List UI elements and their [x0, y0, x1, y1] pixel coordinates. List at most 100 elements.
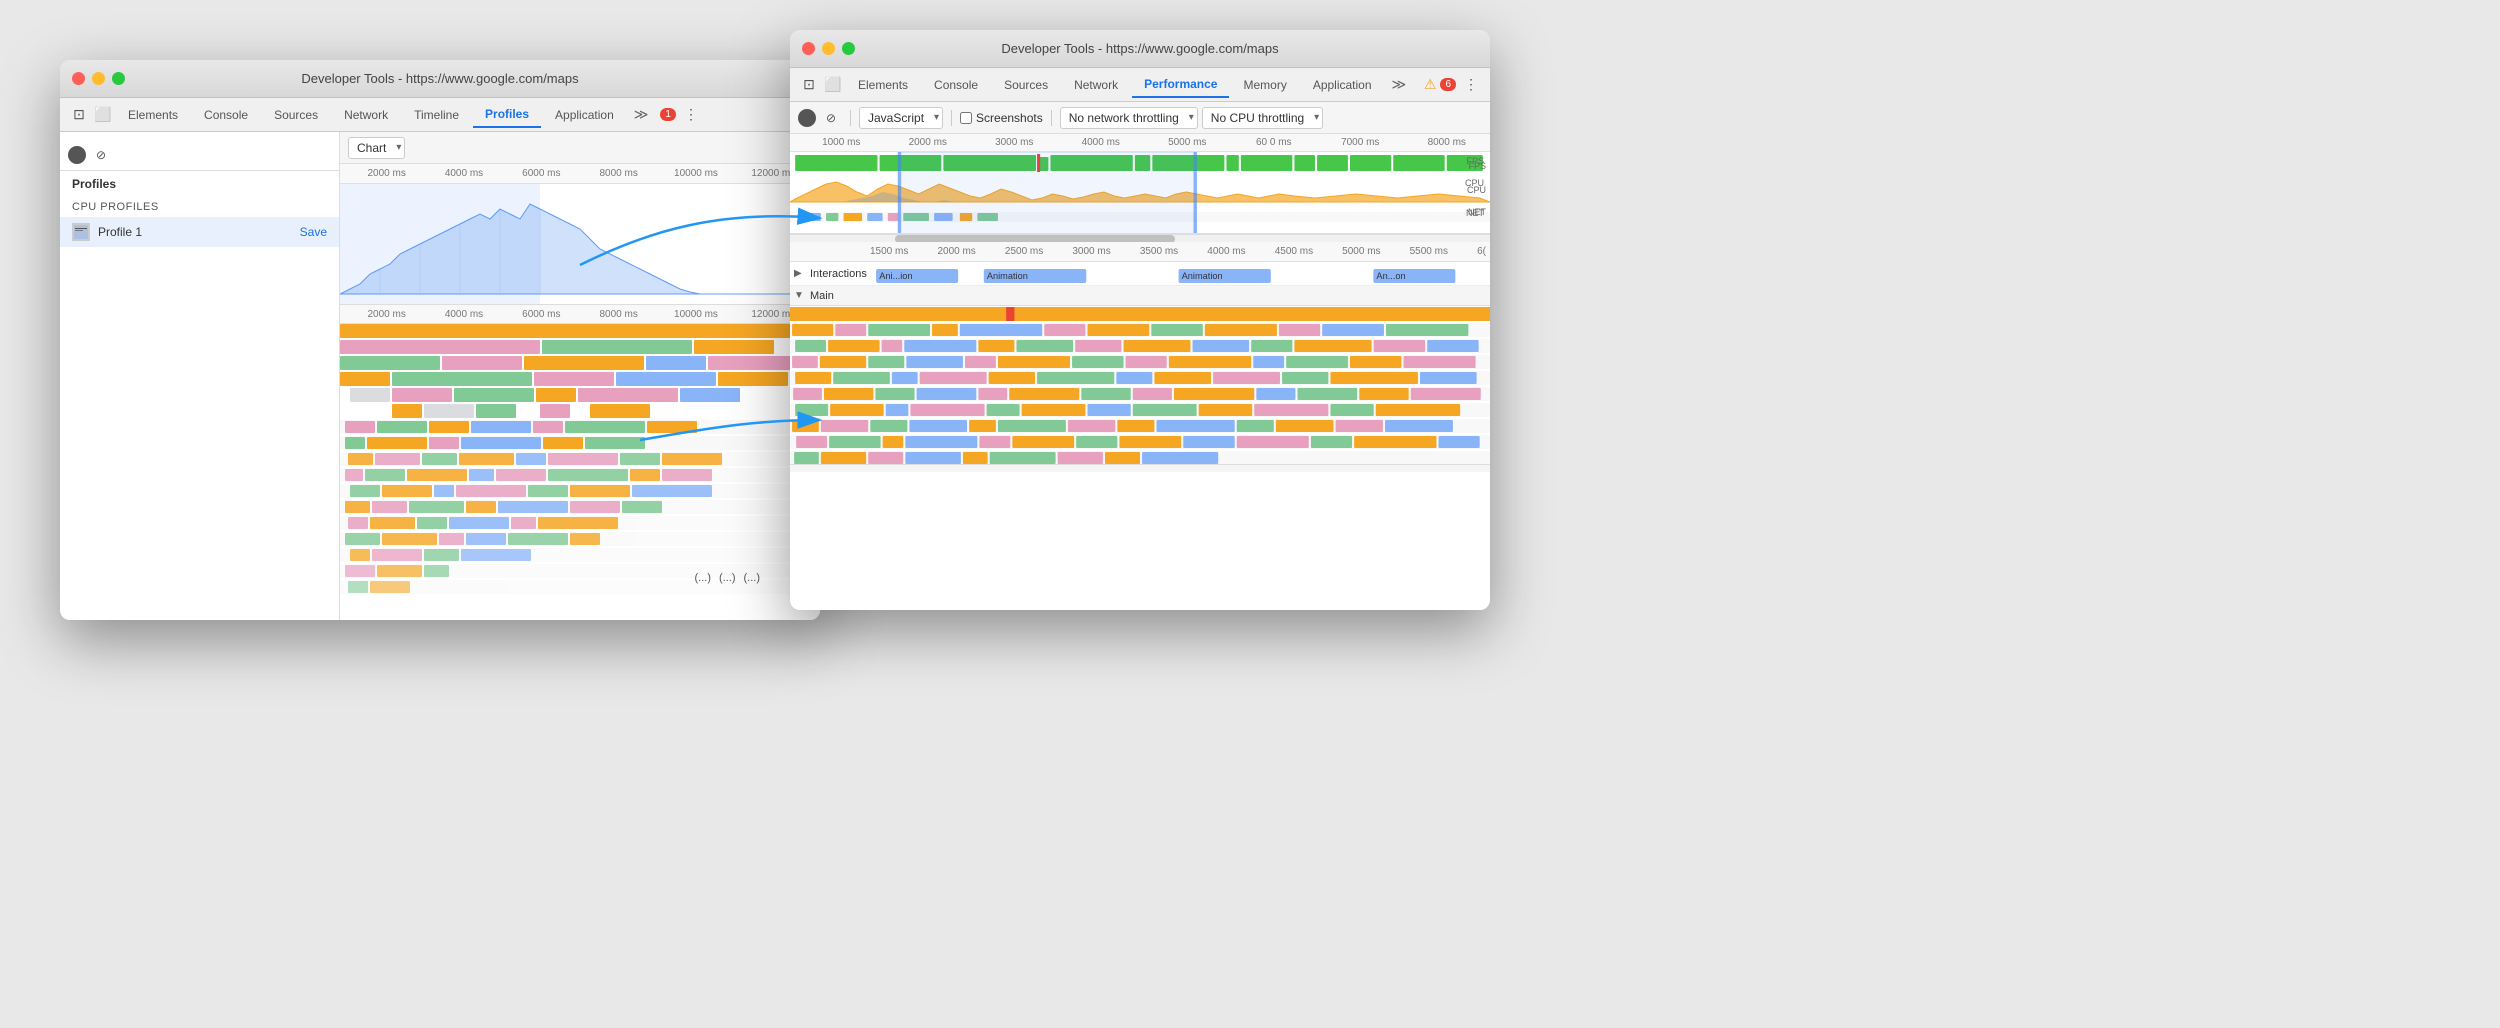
cpu-throttle-select[interactable]: No CPU throttling	[1202, 107, 1323, 129]
maximize-button-1[interactable]	[112, 72, 125, 85]
tick-10000: 10000 ms	[657, 168, 734, 179]
tl-tick-4500: 4500 ms	[1275, 246, 1313, 257]
tick2-10000: 10000 ms	[657, 309, 734, 320]
main-expand[interactable]: ▼	[794, 290, 806, 301]
ellipsis-3: (...)	[744, 572, 761, 584]
error-badge-1: 1	[660, 108, 676, 121]
divider-1	[850, 110, 851, 126]
tab-more-1[interactable]: ≫	[628, 102, 655, 128]
tab-more-2[interactable]: ≫	[1386, 72, 1413, 98]
tab-sources-1[interactable]: Sources	[262, 102, 330, 128]
ellipsis-2: (...)	[719, 572, 736, 584]
minimize-button-2[interactable]	[822, 42, 835, 55]
ov-tick-2000: 2000 ms	[885, 137, 972, 148]
main-row: ▼ Main	[790, 286, 1490, 306]
titlebar-2: Developer Tools - https://www.google.com…	[790, 30, 1490, 68]
svg-text:Animation: Animation	[1182, 271, 1223, 281]
tab-application-2[interactable]: Application	[1301, 72, 1384, 98]
screenshots-checkbox[interactable]	[960, 112, 972, 124]
screenshots-checkbox-label[interactable]: Screenshots	[960, 111, 1043, 125]
profile-icon	[72, 223, 90, 241]
tick-2000: 2000 ms	[348, 168, 425, 179]
tl-tick-5000: 5000 ms	[1342, 246, 1380, 257]
ov-tick-6000: 60 0 ms	[1231, 137, 1318, 148]
event-log-tab[interactable]: Event Log	[1027, 468, 1105, 472]
cpu-profile-chart	[340, 184, 820, 304]
tick-4000: 4000 ms	[425, 168, 502, 179]
tab-elements-1[interactable]: Elements	[116, 102, 190, 128]
interactions-track: Ani...ion Animation Animation An...on	[871, 265, 1486, 283]
save-link[interactable]: Save	[300, 225, 327, 239]
tab-profiles-1[interactable]: Profiles	[473, 102, 541, 128]
record-perf-btn[interactable]	[798, 109, 816, 127]
inspect-element-btn[interactable]: ⊡	[68, 104, 90, 126]
svg-text:Animation: Animation	[987, 271, 1028, 281]
network-throttle-select[interactable]: No network throttling	[1060, 107, 1198, 129]
inspect-element-btn-2[interactable]: ⊡	[798, 74, 820, 96]
js-select[interactable]: JavaScript	[859, 107, 943, 129]
tl-tick-2000: 2000 ms	[937, 246, 975, 257]
fps-label-text: FPS	[1466, 156, 1484, 166]
maximize-button-2[interactable]	[842, 42, 855, 55]
ov-tick-5000: 5000 ms	[1144, 137, 1231, 148]
device-toolbar-btn[interactable]: ⬜	[92, 104, 114, 126]
profile-1-label: Profile 1	[98, 225, 142, 239]
bottom-up-tab[interactable]: Bottom-Up	[873, 468, 954, 472]
more-options-btn-2[interactable]: ⋮	[1460, 74, 1482, 96]
device-toolbar-btn-2[interactable]: ⬜	[822, 74, 844, 96]
timeline-ruler-2: 2000 ms 4000 ms 6000 ms 8000 ms 10000 ms…	[340, 304, 820, 324]
tl-tick-3000: 3000 ms	[1072, 246, 1110, 257]
tl-tick-4000: 4000 ms	[1207, 246, 1245, 257]
close-button-2[interactable]	[802, 42, 815, 55]
tick2-6000: 6000 ms	[503, 309, 580, 320]
tab-elements-2[interactable]: Elements	[846, 72, 920, 98]
ov-tick-4000: 4000 ms	[1058, 137, 1145, 148]
profile-1-item[interactable]: Profile 1 Save	[60, 217, 339, 247]
tab-network-2[interactable]: Network	[1062, 72, 1130, 98]
network-throttle-wrapper[interactable]: No network throttling	[1060, 107, 1198, 129]
tab-sources-2[interactable]: Sources	[992, 72, 1060, 98]
record-btn[interactable]	[68, 146, 86, 164]
ov-tick-8000: 8000 ms	[1404, 137, 1491, 148]
tab-application-1[interactable]: Application	[543, 102, 626, 128]
call-tree-tab[interactable]: Call Tree	[955, 468, 1027, 472]
scrollbar-area[interactable]	[790, 234, 1490, 242]
profiles-sidebar: ⊘ Profiles CPU PROFILES Profile 1 Save	[60, 132, 340, 620]
window-title-2: Developer Tools - https://www.google.com…	[802, 41, 1478, 56]
ov-tick-1000: 1000 ms	[798, 137, 885, 148]
tick-6000: 6000 ms	[503, 168, 580, 179]
tab-network-1[interactable]: Network	[332, 102, 400, 128]
summary-tab[interactable]: Summary	[798, 468, 873, 472]
stop-btn[interactable]: ⊘	[90, 144, 112, 166]
chart-area: Chart 2000 ms 4000 ms 6000 ms 8000 ms 10…	[340, 132, 820, 620]
profiles-content: ⊘ Profiles CPU PROFILES Profile 1 Save	[60, 132, 820, 620]
ov-tick-7000: 7000 ms	[1317, 137, 1404, 148]
tl-tick-3500: 3500 ms	[1140, 246, 1178, 257]
tab-timeline-1[interactable]: Timeline	[402, 102, 471, 128]
more-options-btn-1[interactable]: ⋮	[680, 104, 702, 126]
tab-console-1[interactable]: Console	[192, 102, 260, 128]
warning-icon: ⚠	[1424, 76, 1437, 93]
js-select-wrapper[interactable]: JavaScript	[859, 107, 943, 129]
chart-select-label[interactable]: Chart	[348, 137, 405, 159]
tab-memory-2[interactable]: Memory	[1231, 72, 1298, 98]
window-controls-1	[72, 72, 125, 85]
tick-8000: 8000 ms	[580, 168, 657, 179]
chart-select-wrapper[interactable]: Chart	[348, 137, 405, 159]
tl-tick-6000: 6(	[1477, 246, 1486, 257]
tab-console-2[interactable]: Console	[922, 72, 990, 98]
sidebar-title: Profiles	[60, 171, 339, 197]
tl-tick-2500: 2500 ms	[1005, 246, 1043, 257]
cpu-label-text: CPU	[1465, 178, 1484, 188]
error-badge-2: 6	[1440, 78, 1456, 91]
tab-performance-2[interactable]: Performance	[1132, 72, 1229, 98]
stop-perf-btn[interactable]: ⊘	[820, 107, 842, 129]
interactions-row: ▶ Interactions Ani...ion Animation Anima…	[790, 262, 1490, 286]
close-button-1[interactable]	[72, 72, 85, 85]
cpu-throttle-wrapper[interactable]: No CPU throttling	[1202, 107, 1323, 129]
main-flame-chart	[790, 306, 1490, 464]
screenshots-label: Screenshots	[976, 111, 1043, 125]
interactions-expand[interactable]: ▶	[794, 268, 806, 279]
net-label-text: NET	[1466, 208, 1484, 218]
minimize-button-1[interactable]	[92, 72, 105, 85]
